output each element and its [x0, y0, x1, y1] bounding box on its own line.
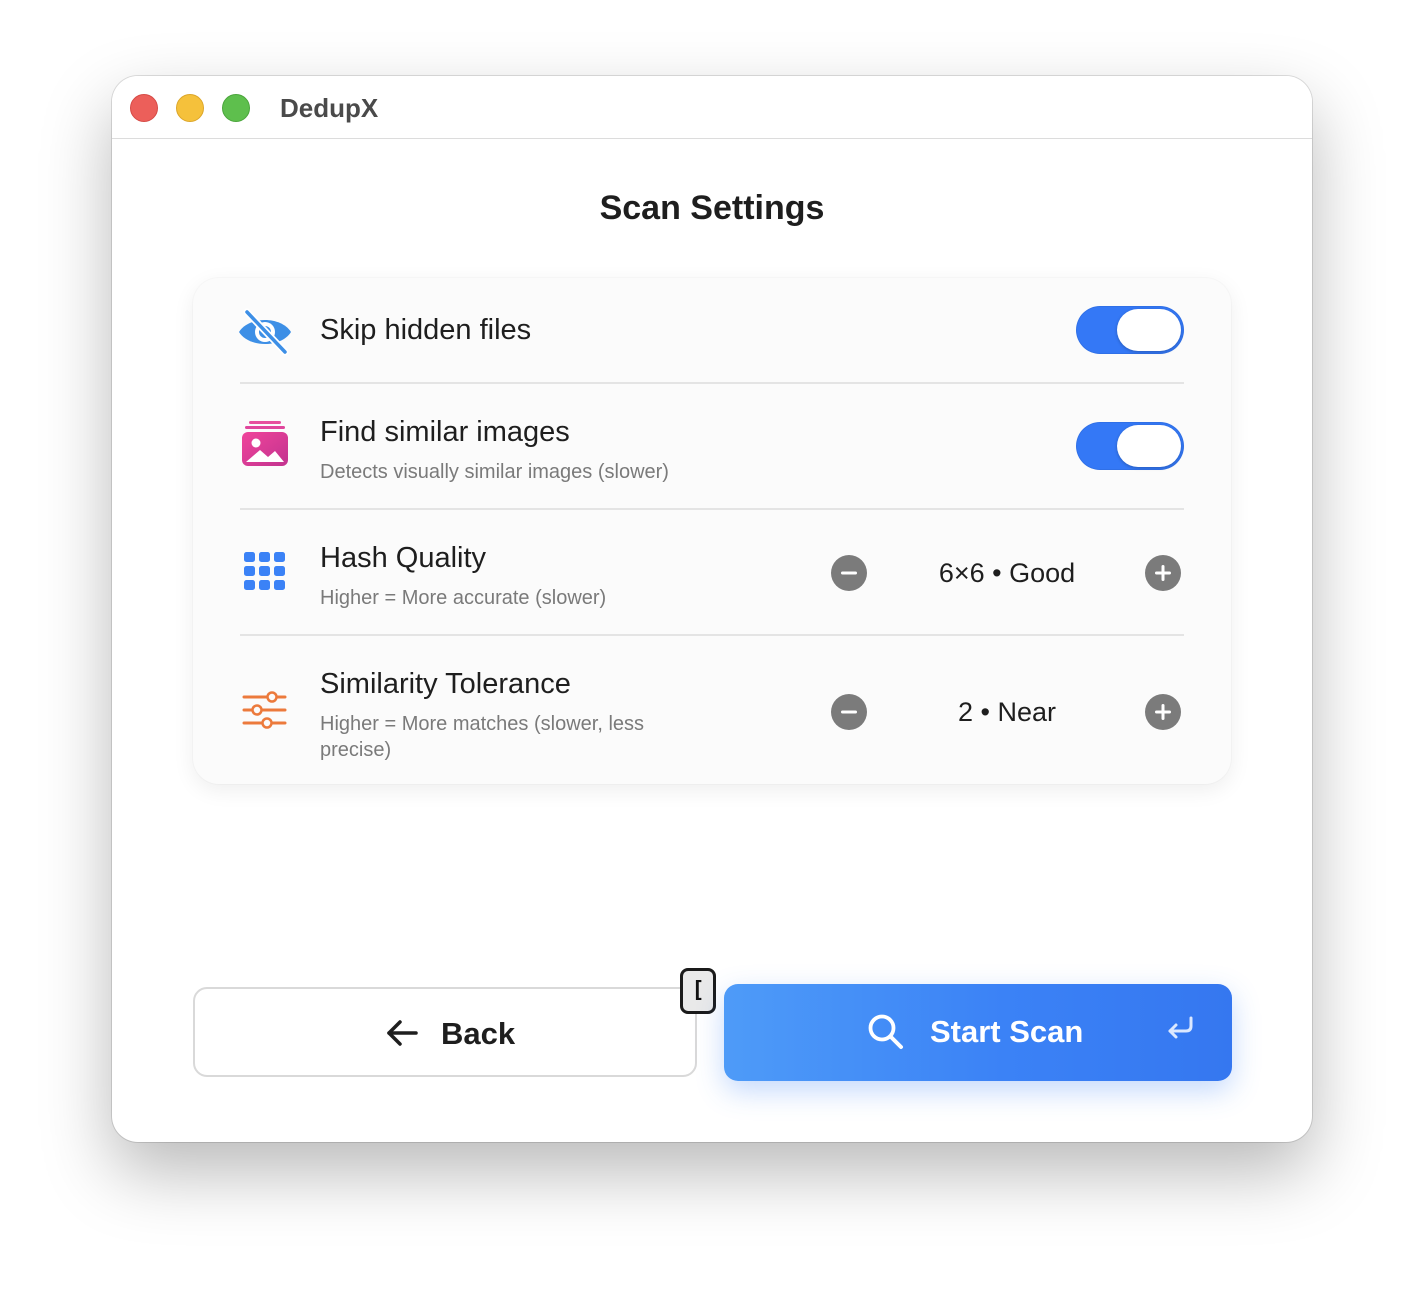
settings-card: Skip hidden files Find similar images De…: [193, 278, 1231, 784]
hash-quality-increment-button[interactable]: [1145, 555, 1181, 591]
skip-hidden-row: Skip hidden files: [193, 278, 1231, 382]
similar-images-description: Detects visually similar images (slower): [320, 461, 669, 483]
sliders-icon: [235, 680, 295, 740]
title-bar[interactable]: DedupX: [112, 76, 1312, 139]
tolerance-description: Higher = More matches (slower, less prec…: [320, 713, 645, 761]
hash-quality-decrement-button[interactable]: [831, 555, 867, 591]
tolerance-decrement-button[interactable]: [831, 694, 867, 730]
similar-images-label: Find similar images: [320, 416, 570, 448]
back-button[interactable]: Back: [193, 987, 697, 1077]
keyboard-shortcut-badge: [: [680, 968, 716, 1014]
grid-icon: [235, 542, 295, 602]
photo-stack-icon: [235, 416, 295, 476]
zoom-window-button[interactable]: [222, 94, 250, 122]
minus-icon: [841, 571, 857, 575]
window-title: DedupX: [280, 93, 379, 123]
start-scan-button[interactable]: Start Scan: [724, 984, 1232, 1081]
tolerance-value: 2 • Near: [958, 697, 1056, 727]
back-button-label: Back: [441, 1016, 516, 1051]
similar-images-toggle[interactable]: [1076, 422, 1184, 470]
return-key-icon: [1168, 1016, 1193, 1039]
tolerance-label: Similarity Tolerance: [320, 668, 571, 700]
plus-icon: [1155, 565, 1171, 581]
plus-icon: [1155, 704, 1171, 720]
skip-hidden-label: Skip hidden files: [320, 314, 532, 346]
page-title: Scan Settings: [599, 189, 825, 227]
similar-images-row: Find similar images Detects visually sim…: [193, 384, 1231, 508]
hash-quality-description: Higher = More accurate (slower): [320, 587, 607, 609]
eye-slash-icon: [235, 302, 295, 362]
search-icon: [868, 1014, 903, 1049]
close-window-button[interactable]: [130, 94, 158, 122]
skip-hidden-toggle[interactable]: [1076, 306, 1184, 354]
toggle-knob: [1117, 425, 1181, 467]
start-scan-label: Start Scan: [930, 1014, 1084, 1049]
hash-quality-label: Hash Quality: [320, 542, 487, 574]
tolerance-row: Similarity Tolerance Higher = More match…: [193, 636, 1231, 784]
toggle-knob: [1117, 309, 1181, 351]
minimize-window-button[interactable]: [176, 94, 204, 122]
hash-quality-value: 6×6 • Good: [938, 558, 1076, 588]
app-window: DedupX Scan Settings Skip hidden files F…: [112, 76, 1312, 1142]
minus-icon: [841, 710, 857, 714]
arrow-left-icon: [387, 1020, 418, 1046]
tolerance-increment-button[interactable]: [1145, 694, 1181, 730]
hash-quality-row: Hash Quality Higher = More accurate (slo…: [193, 510, 1231, 634]
